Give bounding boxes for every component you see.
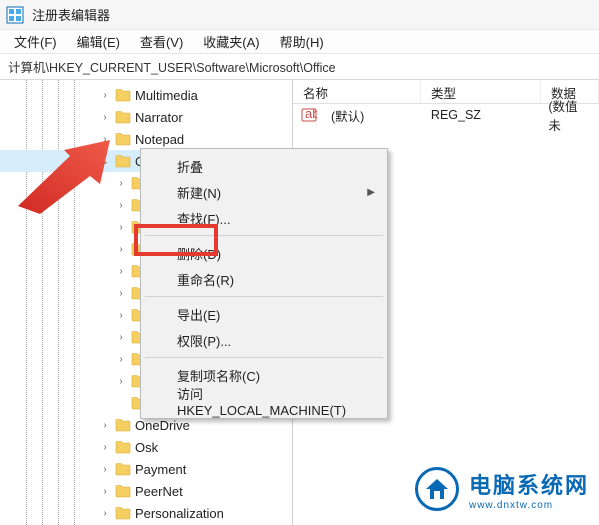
tree-item-label: Notepad — [135, 132, 184, 147]
watermark-logo: 电脑系统网 www.dnxtw.com — [415, 467, 589, 511]
ctx-rename[interactable]: 重命名(R) — [143, 266, 385, 292]
ctx-separator — [145, 296, 383, 297]
expand-icon[interactable]: › — [114, 330, 128, 344]
menu-edit[interactable]: 编辑(E) — [67, 30, 130, 53]
svg-text:ab: ab — [305, 107, 317, 121]
ctx-label: 折叠 — [177, 157, 203, 176]
ctx-collapse[interactable]: 折叠 — [143, 153, 385, 179]
tree-item[interactable]: › Notepad — [0, 128, 292, 150]
list-row-default[interactable]: ab (默认) REG_SZ (数值未 — [293, 104, 599, 126]
address-bar[interactable]: 计算机\HKEY_CURRENT_USER\Software\Microsoft… — [0, 54, 599, 80]
ctx-new[interactable]: 新建(N) ▶ — [143, 179, 385, 205]
ctx-goto-hklm[interactable]: 访问 HKEY_LOCAL_MACHINE(T) — [143, 388, 385, 414]
ctx-label: 导出(E) — [177, 305, 220, 324]
expand-icon[interactable]: › — [114, 176, 128, 190]
folder-icon — [115, 418, 131, 432]
expand-icon[interactable]: › — [98, 484, 112, 498]
expand-icon[interactable]: › — [98, 110, 112, 124]
context-menu: 折叠 新建(N) ▶ 查找(F)... 删除(D) 重命名(R) 导出(E) 权限… — [140, 148, 388, 419]
folder-icon — [115, 110, 131, 124]
folder-icon — [115, 462, 131, 476]
ctx-find[interactable]: 查找(F)... — [143, 205, 385, 231]
expand-icon[interactable]: › — [114, 220, 128, 234]
col-type[interactable]: 类型 — [421, 80, 541, 103]
expand-icon[interactable]: › — [114, 308, 128, 322]
expand-icon[interactable]: › — [98, 418, 112, 432]
title-bar: 注册表编辑器 — [0, 0, 599, 30]
collapse-icon[interactable]: ⌄ — [98, 154, 112, 168]
ctx-delete[interactable]: 删除(D) — [143, 240, 385, 266]
tree-item-label: Payment — [135, 462, 186, 477]
submenu-arrow-icon: ▶ — [367, 187, 375, 198]
tree-item-label: Personalization — [135, 506, 224, 521]
val-name: (默认) — [321, 106, 421, 125]
tree-item-label: PeerNet — [135, 484, 183, 499]
val-data: (数值未 — [538, 96, 599, 134]
expand-icon[interactable]: › — [114, 242, 128, 256]
expand-icon[interactable]: › — [98, 88, 112, 102]
tree-item-label: Narrator — [135, 110, 183, 125]
ctx-label: 复制项名称(C) — [177, 366, 260, 385]
expand-icon[interactable]: › — [98, 132, 112, 146]
folder-icon — [115, 154, 131, 168]
expand-icon[interactable] — [114, 396, 128, 410]
expand-icon[interactable]: › — [114, 374, 128, 388]
val-type: REG_SZ — [421, 108, 538, 122]
regedit-icon — [6, 6, 24, 24]
ctx-label: 删除(D) — [177, 244, 221, 263]
ctx-export[interactable]: 导出(E) — [143, 301, 385, 327]
ctx-separator — [145, 357, 383, 358]
tree-item-label: Multimedia — [135, 88, 198, 103]
watermark-house-icon — [415, 467, 459, 511]
ctx-separator — [145, 235, 383, 236]
menu-file[interactable]: 文件(F) — [4, 30, 67, 53]
string-value-icon: ab — [301, 107, 317, 123]
ctx-label: 重命名(R) — [177, 270, 234, 289]
menu-view[interactable]: 查看(V) — [130, 30, 193, 53]
menu-bar: 文件(F) 编辑(E) 查看(V) 收藏夹(A) 帮助(H) — [0, 30, 599, 54]
folder-icon — [115, 506, 131, 520]
tree-item-label: OneDrive — [135, 418, 190, 433]
tree-item[interactable]: › Narrator — [0, 106, 292, 128]
folder-icon — [115, 440, 131, 454]
ctx-label: 权限(P)... — [177, 331, 231, 350]
menu-favorites[interactable]: 收藏夹(A) — [193, 30, 269, 53]
expand-icon[interactable]: › — [114, 198, 128, 212]
tree-item[interactable]: › Multimedia — [0, 84, 292, 106]
watermark-url: www.dnxtw.com — [469, 500, 589, 511]
ctx-label: 访问 HKEY_LOCAL_MACHINE(T) — [177, 384, 357, 418]
expand-icon[interactable]: › — [98, 506, 112, 520]
expand-icon[interactable]: › — [114, 286, 128, 300]
menu-help[interactable]: 帮助(H) — [270, 30, 334, 53]
address-path: 计算机\HKEY_CURRENT_USER\Software\Microsoft… — [8, 57, 336, 76]
folder-icon — [115, 88, 131, 102]
ctx-label: 查找(F)... — [177, 209, 230, 228]
tree-item[interactable]: › PeerNet — [0, 480, 292, 502]
ctx-permissions[interactable]: 权限(P)... — [143, 327, 385, 353]
ctx-label: 新建(N) — [177, 183, 221, 202]
tree-item[interactable]: › Personalization — [0, 502, 292, 524]
expand-icon[interactable]: › — [98, 440, 112, 454]
window-title: 注册表编辑器 — [32, 5, 110, 24]
watermark-cn: 电脑系统网 — [469, 468, 589, 500]
folder-icon — [115, 484, 131, 498]
expand-icon[interactable]: › — [98, 462, 112, 476]
tree-item[interactable]: › Osk — [0, 436, 292, 458]
folder-icon — [115, 132, 131, 146]
tree-item[interactable]: › Payment — [0, 458, 292, 480]
expand-icon[interactable]: › — [114, 264, 128, 278]
tree-item-label: Osk — [135, 440, 158, 455]
expand-icon[interactable]: › — [114, 352, 128, 366]
col-name[interactable]: 名称 — [293, 80, 421, 103]
